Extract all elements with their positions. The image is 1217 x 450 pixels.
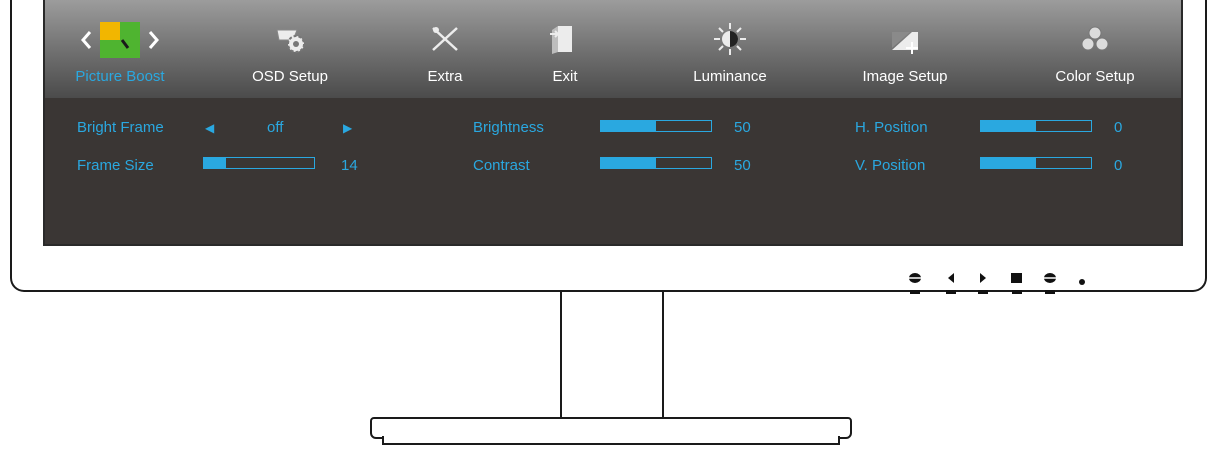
tab-color-setup[interactable]: Color Setup [1025,0,1165,98]
osd-menu-bar: Picture Boost OSD Setup Extra Exit Lumin… [45,0,1181,98]
contrast-label: Contrast [473,157,530,174]
bright-frame-value[interactable]: off [267,119,283,136]
slider-fill [981,158,1036,168]
tab-label: Picture Boost [75,68,165,85]
tab-label: OSD Setup [252,68,328,85]
osd-screen: Picture Boost OSD Setup Extra Exit Lumin… [43,0,1183,246]
tab-label: Image Setup [862,68,948,85]
tab-label: Extra [427,68,463,85]
tab-extra[interactable]: Extra [385,0,505,98]
frame-size-slider[interactable] [203,157,315,169]
tab-luminance[interactable]: Luminance [670,0,790,98]
tab-label: Luminance [693,68,767,85]
bright-frame-label: Bright Frame [77,119,164,136]
extra-icon [432,27,458,51]
osd-setup-icon [276,29,305,53]
tab-picture-boost[interactable]: Picture Boost [45,0,195,98]
luminance-icon [714,23,746,55]
contrast-value: 50 [734,157,751,174]
v-position-slider[interactable] [980,157,1092,169]
tab-osd-setup[interactable]: OSD Setup [220,0,360,98]
tab-label: Exit [552,68,578,85]
menu-button-icon[interactable] [1008,270,1026,298]
auto-button-icon[interactable] [1041,270,1059,298]
h-position-value: 0 [1114,119,1123,136]
arrow-left-icon[interactable]: ◀ [205,121,214,135]
brightness-value: 50 [734,119,751,136]
v-position-value: 0 [1114,157,1123,174]
arrow-right-icon[interactable]: ▶ [343,121,352,135]
h-position-slider[interactable] [980,120,1092,132]
tab-label: Color Setup [1055,68,1135,85]
brightness-label: Brightness [473,119,544,136]
tab-image-setup[interactable]: Image Setup [835,0,975,98]
frame-size-value: 14 [341,157,358,174]
tab-exit[interactable]: Exit [505,0,625,98]
brightness-slider[interactable] [600,120,712,132]
contrast-slider[interactable] [600,157,712,169]
slider-fill [981,121,1036,131]
monitor-stand-base-lip [382,436,840,445]
right-button-icon[interactable] [974,270,992,298]
power-led-icon [1079,279,1085,285]
slider-fill [204,158,226,168]
v-position-label: V. Position [855,157,926,174]
left-button-icon[interactable] [942,270,960,298]
slider-fill [601,158,656,168]
exit-icon [550,26,572,54]
monitor-stand-neck [560,292,664,424]
color-setup-icon [1081,26,1109,51]
image-setup-icon [892,32,918,54]
picture-boost-icon [81,22,159,58]
slider-fill [601,121,656,131]
h-position-label: H. Position [855,119,928,136]
frame-size-label: Frame Size [77,157,154,174]
power-button-icon[interactable] [906,270,924,298]
